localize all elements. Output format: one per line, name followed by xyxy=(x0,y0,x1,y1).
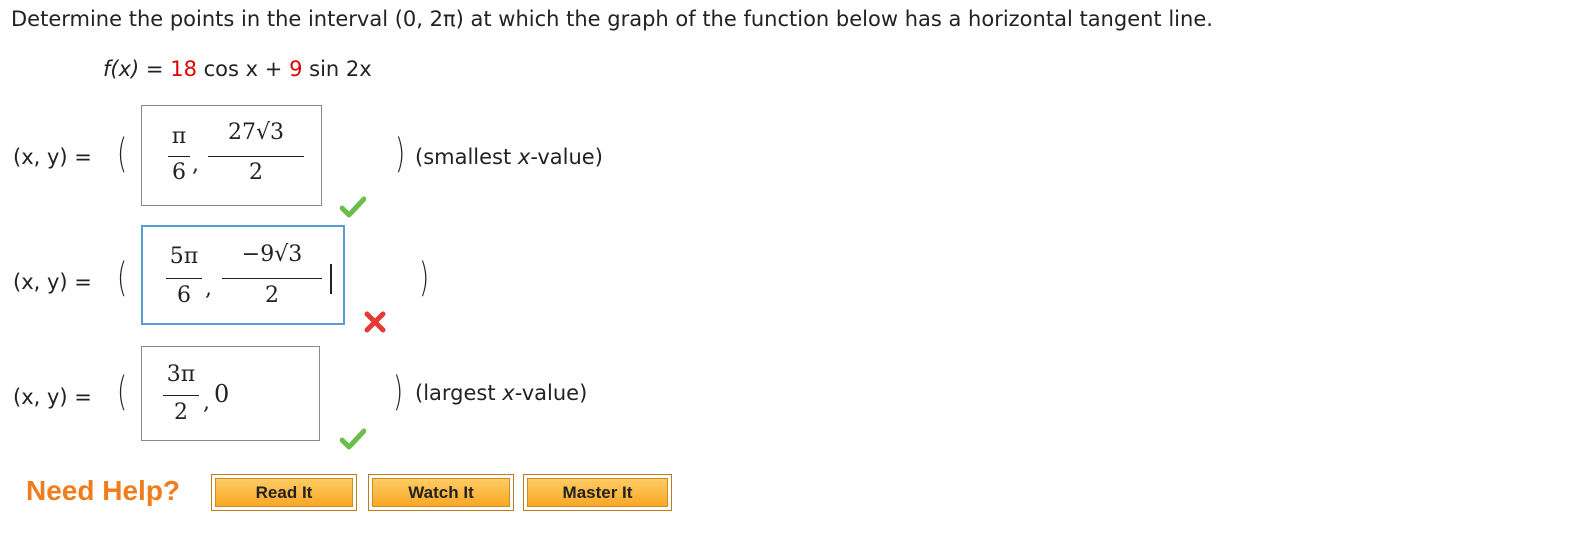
incorrect-x-icon xyxy=(364,311,386,333)
answer-2-x-denominator: 6 xyxy=(177,283,191,308)
master-it-button-label: Master It xyxy=(527,478,668,507)
answer-3-input[interactable] xyxy=(141,346,320,441)
answer-3-x-denominator: 2 xyxy=(174,400,188,425)
answer-2-y-numerator: −9√3 xyxy=(241,242,303,267)
answer-1-x-denominator: 6 xyxy=(172,160,186,185)
answer-2-input[interactable] xyxy=(141,225,345,325)
answer-2-x-fraction-bar xyxy=(166,278,202,279)
function-equals: = xyxy=(145,57,164,81)
answer-2-open-paren: ( xyxy=(117,255,128,301)
function-coef-2: 9 xyxy=(289,57,303,81)
answer-2-y-fraction-bar xyxy=(222,278,322,279)
answer-2-separator: , xyxy=(205,276,212,301)
answer-1-x-numerator: π xyxy=(171,124,187,149)
answer-3-label: (x, y) = xyxy=(13,385,92,409)
answer-3-separator: , xyxy=(203,390,210,415)
answer-1-y-denominator: 2 xyxy=(249,160,263,185)
function-lhs: f(x) xyxy=(103,57,140,81)
question-text: Determine the points in the interval (0,… xyxy=(11,7,1213,31)
watch-it-button-label: Watch It xyxy=(372,478,510,507)
read-it-button[interactable]: Read It xyxy=(211,474,357,511)
text-cursor xyxy=(330,264,332,294)
answer-1-y-numerator: 27√3 xyxy=(227,120,284,145)
answer-3-y-value: 0 xyxy=(214,380,230,408)
answer-2-y-denominator: 2 xyxy=(265,283,279,308)
need-help-title: Need Help? xyxy=(26,475,181,506)
answer-2-label: (x, y) = xyxy=(13,270,92,294)
answer-1-label: (x, y) = xyxy=(13,145,92,169)
answer-3-close-paren: ) xyxy=(393,369,404,415)
answer-3-open-paren: ( xyxy=(117,369,128,415)
answer-1-close-paren: ) xyxy=(395,131,406,177)
answer-1-open-paren: ( xyxy=(117,131,128,177)
function-plus: + xyxy=(264,57,283,81)
function-term-2: sin 2x xyxy=(309,57,372,81)
answer-2-close-paren: ) xyxy=(419,255,430,301)
answer-3-hint: (largest x-value) xyxy=(415,381,588,405)
master-it-button[interactable]: Master It xyxy=(523,474,672,511)
function-coef-1: 18 xyxy=(170,57,197,81)
watch-it-button[interactable]: Watch It xyxy=(368,474,514,511)
function-term-1: cos x xyxy=(203,57,259,81)
answer-2-x-numerator: 5π xyxy=(169,244,199,269)
answer-1-y-fraction-bar xyxy=(208,156,304,157)
function-definition: f(x) = 18 cos x + 9 sin 2x xyxy=(103,57,372,81)
answer-3-x-fraction-bar xyxy=(163,395,199,396)
correct-check-icon xyxy=(340,428,366,450)
answer-1-separator: , xyxy=(192,152,199,177)
answer-3-x-numerator: 3π xyxy=(166,362,196,387)
answer-1-hint: (smallest x-value) xyxy=(415,145,603,169)
answer-1-x-fraction-bar xyxy=(168,156,190,157)
read-it-button-label: Read It xyxy=(215,478,353,507)
correct-check-icon xyxy=(340,196,366,218)
